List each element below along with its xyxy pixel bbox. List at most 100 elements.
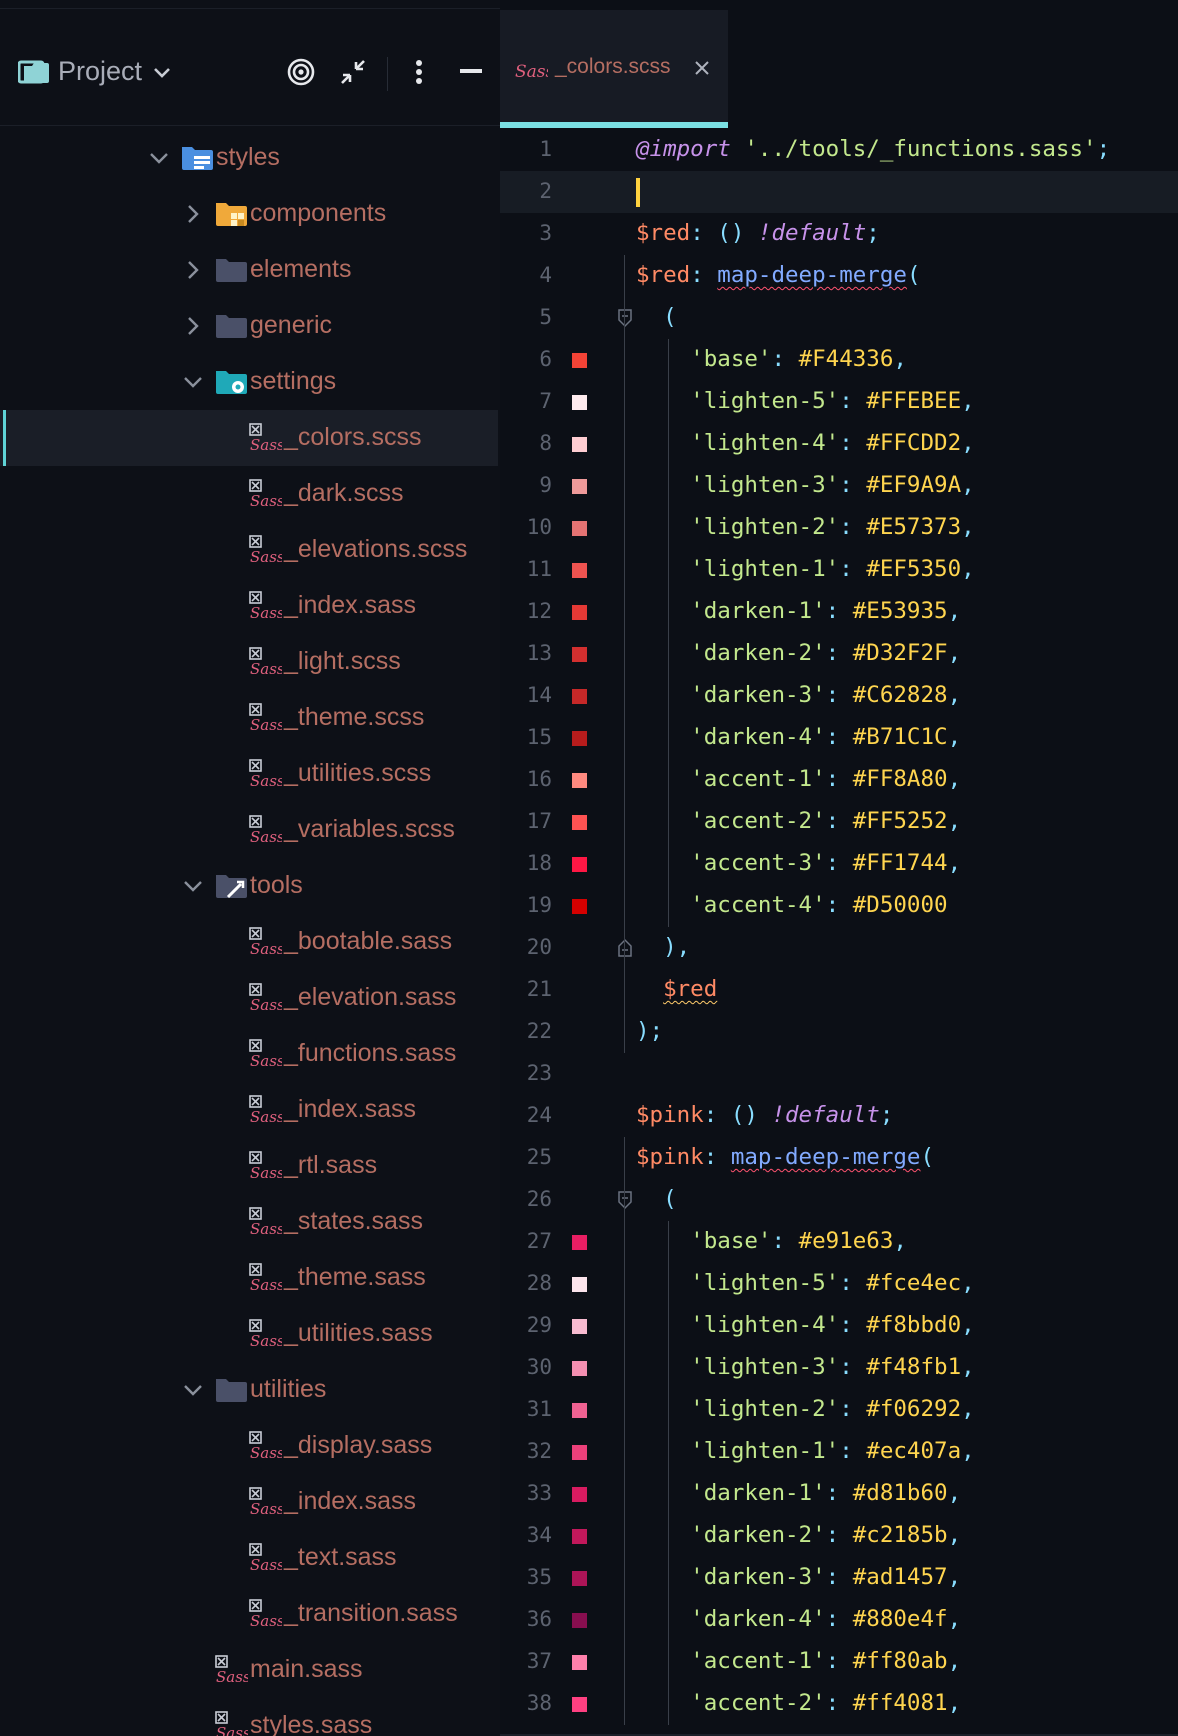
chevron-down-icon[interactable] bbox=[181, 1378, 205, 1402]
color-swatch[interactable] bbox=[572, 647, 587, 662]
tree-file[interactable]: Sass _functions.sass bbox=[0, 1026, 498, 1082]
tree-file[interactable]: Sass styles.sass bbox=[0, 1698, 498, 1736]
code-line[interactable]: 34 'darken-2': #c2185b, bbox=[500, 1515, 1178, 1557]
tree-file[interactable]: Sass _elevations.scss bbox=[0, 522, 498, 578]
code-line[interactable]: 13 'darken-2': #D32F2F, bbox=[500, 633, 1178, 675]
code-line[interactable]: 23 bbox=[500, 1053, 1178, 1095]
tree-file[interactable]: Sass _utilities.sass bbox=[0, 1306, 498, 1362]
tree-file[interactable]: Sass _theme.sass bbox=[0, 1250, 498, 1306]
color-swatch[interactable] bbox=[572, 605, 587, 620]
code-line[interactable]: 5 ( bbox=[500, 297, 1178, 339]
color-swatch[interactable] bbox=[572, 1529, 587, 1544]
tree-file[interactable]: Sass _dark.scss bbox=[0, 466, 498, 522]
color-swatch[interactable] bbox=[572, 1655, 587, 1670]
code-line[interactable]: 21 $red bbox=[500, 969, 1178, 1011]
code-line[interactable]: 10 'lighten-2': #E57373, bbox=[500, 507, 1178, 549]
color-swatch[interactable] bbox=[572, 1403, 587, 1418]
tree-folder[interactable]: elements bbox=[0, 242, 498, 298]
color-swatch[interactable] bbox=[572, 1319, 587, 1334]
color-swatch[interactable] bbox=[572, 395, 587, 410]
chevron-down-icon[interactable] bbox=[147, 146, 171, 170]
code-line[interactable]: 26 ( bbox=[500, 1179, 1178, 1221]
tree-file[interactable]: Sass _light.scss bbox=[0, 634, 498, 690]
tree-file[interactable]: Sass _colors.scss bbox=[0, 410, 498, 466]
code-line[interactable]: 4 $red: map-deep-merge( bbox=[500, 255, 1178, 297]
code-line[interactable]: 35 'darken-3': #ad1457, bbox=[500, 1557, 1178, 1599]
code-line[interactable]: 9 'lighten-3': #EF9A9A, bbox=[500, 465, 1178, 507]
fold-close-icon[interactable] bbox=[617, 938, 633, 958]
color-swatch[interactable] bbox=[572, 857, 587, 872]
color-swatch[interactable] bbox=[572, 437, 587, 452]
code-line[interactable]: 37 'accent-1': #ff80ab, bbox=[500, 1641, 1178, 1683]
color-swatch[interactable] bbox=[572, 1277, 587, 1292]
color-swatch[interactable] bbox=[572, 1445, 587, 1460]
tree-file[interactable]: Sass _transition.sass bbox=[0, 1586, 498, 1642]
color-swatch[interactable] bbox=[572, 1235, 587, 1250]
chevron-right-icon[interactable] bbox=[181, 314, 205, 338]
code-line[interactable]: 11 'lighten-1': #EF5350, bbox=[500, 549, 1178, 591]
tree-file[interactable]: Sass _bootable.sass bbox=[0, 914, 498, 970]
tree-file[interactable]: Sass main.sass bbox=[0, 1642, 498, 1698]
tree-file[interactable]: Sass _theme.scss bbox=[0, 690, 498, 746]
options-button[interactable] bbox=[402, 55, 436, 89]
color-swatch[interactable] bbox=[572, 1613, 587, 1628]
code-line[interactable]: 28 'lighten-5': #fce4ec, bbox=[500, 1263, 1178, 1305]
code-line[interactable]: 17 'accent-2': #FF5252, bbox=[500, 801, 1178, 843]
code-line[interactable]: 29 'lighten-4': #f8bbd0, bbox=[500, 1305, 1178, 1347]
code-line[interactable]: 8 'lighten-4': #FFCDD2, bbox=[500, 423, 1178, 465]
tree-file[interactable]: Sass _states.sass bbox=[0, 1194, 498, 1250]
color-swatch[interactable] bbox=[572, 521, 587, 536]
color-swatch[interactable] bbox=[572, 1361, 587, 1376]
color-swatch[interactable] bbox=[572, 353, 587, 368]
tree-folder[interactable]: generic bbox=[0, 298, 498, 354]
project-title[interactable]: Project bbox=[58, 56, 142, 87]
code-line[interactable]: 24 $pink: () !default; bbox=[500, 1095, 1178, 1137]
color-swatch[interactable] bbox=[572, 479, 587, 494]
tree-file[interactable]: Sass _elevation.sass bbox=[0, 970, 498, 1026]
code-line[interactable]: 15 'darken-4': #B71C1C, bbox=[500, 717, 1178, 759]
code-line[interactable]: 25 $pink: map-deep-merge( bbox=[500, 1137, 1178, 1179]
code-line[interactable]: 19 'accent-4': #D50000 bbox=[500, 885, 1178, 927]
code-line[interactable]: 36 'darken-4': #880e4f, bbox=[500, 1599, 1178, 1641]
code-line[interactable]: 1 @import '../tools/_functions.sass'; bbox=[500, 129, 1178, 171]
code-line[interactable]: 30 'lighten-3': #f48fb1, bbox=[500, 1347, 1178, 1389]
code-line[interactable]: 20 ), bbox=[500, 927, 1178, 969]
color-swatch[interactable] bbox=[572, 563, 587, 578]
code-line[interactable]: 12 'darken-1': #E53935, bbox=[500, 591, 1178, 633]
code-line[interactable]: 38 'accent-2': #ff4081, bbox=[500, 1683, 1178, 1725]
fold-open-icon[interactable] bbox=[617, 308, 633, 328]
color-swatch[interactable] bbox=[572, 689, 587, 704]
color-swatch[interactable] bbox=[572, 815, 587, 830]
close-icon[interactable] bbox=[694, 60, 710, 76]
code-line[interactable]: 18 'accent-3': #FF1744, bbox=[500, 843, 1178, 885]
tree-file[interactable]: Sass _index.sass bbox=[0, 1082, 498, 1138]
fold-open-icon[interactable] bbox=[617, 1190, 633, 1210]
tree-folder[interactable]: components bbox=[0, 186, 498, 242]
color-swatch[interactable] bbox=[572, 773, 587, 788]
tree-folder[interactable]: tools bbox=[0, 858, 498, 914]
tree-file[interactable]: Sass _index.sass bbox=[0, 1474, 498, 1530]
tab-colors-scss[interactable]: Sass _colors.scss bbox=[500, 10, 728, 128]
color-swatch[interactable] bbox=[572, 899, 587, 914]
code-line[interactable]: 27 'base': #e91e63, bbox=[500, 1221, 1178, 1263]
chevron-down-icon[interactable] bbox=[153, 67, 171, 79]
code-line[interactable]: 32 'lighten-1': #ec407a, bbox=[500, 1431, 1178, 1473]
tree-file[interactable]: Sass _index.sass bbox=[0, 578, 498, 634]
tree-file[interactable]: Sass _utilities.scss bbox=[0, 746, 498, 802]
hide-panel-button[interactable] bbox=[454, 55, 488, 89]
chevron-right-icon[interactable] bbox=[181, 258, 205, 282]
color-swatch[interactable] bbox=[572, 731, 587, 746]
code-line[interactable]: 14 'darken-3': #C62828, bbox=[500, 675, 1178, 717]
code-line[interactable]: 31 'lighten-2': #f06292, bbox=[500, 1389, 1178, 1431]
code-line[interactable]: 6 'base': #F44336, bbox=[500, 339, 1178, 381]
color-swatch[interactable] bbox=[572, 1487, 587, 1502]
tree-folder[interactable]: styles bbox=[0, 130, 498, 186]
code-line[interactable]: 22); bbox=[500, 1011, 1178, 1053]
locate-file-button[interactable] bbox=[284, 55, 318, 89]
tree-folder[interactable]: utilities bbox=[0, 1362, 498, 1418]
color-swatch[interactable] bbox=[572, 1697, 587, 1712]
tree-file[interactable]: Sass _rtl.sass bbox=[0, 1138, 498, 1194]
code-line[interactable]: 3 $red: () !default; bbox=[500, 213, 1178, 255]
tree-file[interactable]: Sass _variables.scss bbox=[0, 802, 498, 858]
code-line[interactable]: 33 'darken-1': #d81b60, bbox=[500, 1473, 1178, 1515]
